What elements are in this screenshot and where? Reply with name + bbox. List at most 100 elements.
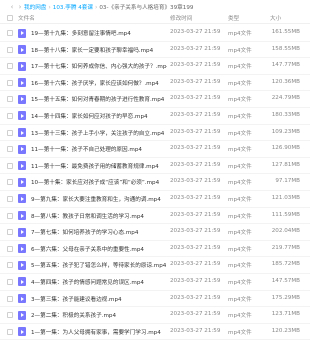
file-row[interactable]: 2—第二集：积极的关系孩子.mp4 2023-03-27 21:59 mp4文件 12… — [0, 307, 310, 324]
file-name[interactable]: 7—第七集：如何培养孩子的学习心态.mp4 — [31, 228, 167, 236]
breadcrumb-item-current: 03-《亲子关系与人格培育》39章199 — [99, 5, 194, 11]
file-modified-date: 2023-03-27 21:59 — [170, 111, 221, 118]
file-type: mp4文件 — [228, 147, 252, 154]
breadcrumb-item-parent[interactable]: 103.李腾 4套课 — [53, 3, 93, 11]
file-row[interactable]: 5—第五集：孩子犯了错怎么样，等待家长的原谅.mp4 2023-03-27 21:… — [0, 257, 310, 274]
row-checkbox[interactable] — [7, 146, 13, 153]
file-type: mp4文件 — [228, 296, 252, 303]
row-checkbox[interactable] — [7, 245, 13, 252]
video-file-icon — [18, 144, 26, 154]
row-checkbox[interactable] — [7, 195, 13, 202]
file-row[interactable]: 4—第四集：孩子的情感问题常见的误区.mp4 2023-03-27 21:59 mp… — [0, 274, 310, 291]
file-type: mp4文件 — [228, 279, 252, 286]
column-header-date[interactable]: 修改时间 — [170, 14, 192, 22]
file-row[interactable]: 8—第八集：教孩子日常和调生活的学习.mp4 2023-03-27 21:59 mp… — [0, 208, 310, 225]
file-name[interactable]: 17—第十七集：如何养成你信、内心强大的孩子？.mp4 — [31, 62, 167, 70]
column-header-size[interactable]: 大小 — [270, 14, 281, 22]
row-checkbox[interactable] — [7, 63, 13, 70]
video-file-icon — [18, 194, 26, 204]
file-name[interactable]: 10—第十集：家长应对孩子成“应该”和“必须”.mp4 — [31, 178, 167, 186]
file-row[interactable]: 9—第九集：家长大要注重教育和生，沟通的调.mp4 2023-03-27 21:5… — [0, 191, 310, 208]
file-name[interactable]: 9—第九集：家长大要注重教育和生，沟通的调.mp4 — [31, 195, 167, 203]
column-header-type[interactable]: 类型 — [228, 14, 239, 22]
file-type: mp4文件 — [228, 213, 252, 220]
forward-arrow-icon[interactable]: › — [16, 3, 24, 11]
row-checkbox[interactable] — [7, 30, 13, 36]
column-header-name[interactable]: 文件名 — [18, 14, 35, 22]
row-checkbox[interactable] — [7, 96, 13, 103]
file-type: mp4文件 — [228, 163, 252, 170]
file-size: 147.77MB — [271, 62, 300, 69]
file-size: 180.33MB — [271, 111, 300, 118]
video-file-icon — [18, 61, 26, 71]
file-row[interactable]: 19—第十九集：多刻意留注事情吧.mp4 2023-03-27 21:59 mp4文… — [0, 25, 310, 42]
file-row[interactable]: 7—第七集：如何培养孩子的学习心态.mp4 2023-03-27 21:59 mp4… — [0, 224, 310, 241]
row-checkbox[interactable] — [7, 295, 13, 302]
file-row[interactable]: 18—第十八集：家长一定要和孩子聊幸福吗.mp4 2023-03-27 21:59… — [0, 42, 310, 59]
row-checkbox[interactable] — [7, 229, 13, 236]
video-file-icon — [18, 227, 26, 237]
file-row[interactable]: 14—第十四集：家长如何应对孩子的早恋.mp4 2023-03-27 21:59 m… — [0, 108, 310, 125]
file-list: 19—第十九集：多刻意留注事情吧.mp4 2023-03-27 21:59 mp4文… — [0, 25, 310, 341]
file-row[interactable]: 17—第十七集：如何养成你信、内心强大的孩子？.mp4 2023-03-27 21… — [0, 58, 310, 75]
video-file-icon — [18, 294, 26, 303]
video-file-icon — [18, 310, 26, 320]
file-row[interactable]: 15—第十五集：如何对青春期的孩子进行性教育.mp4 2023-03-27 21:… — [0, 91, 310, 108]
video-file-icon — [18, 128, 26, 138]
row-checkbox[interactable] — [7, 46, 13, 53]
select-all-checkbox[interactable] — [7, 15, 13, 21]
row-checkbox[interactable] — [7, 129, 13, 136]
file-name[interactable]: 14—第十四集：家长如何应对孩子的早恋.mp4 — [31, 112, 167, 120]
row-checkbox[interactable] — [7, 312, 13, 319]
file-name[interactable]: 2—第二集：积极的关系孩子.mp4 — [31, 311, 167, 319]
file-name[interactable]: 11—第十一集：孩子不自己处理的原因.mp4 — [31, 145, 167, 153]
file-row[interactable]: 13—第十三集：孩子上手小学，关注孩子的自立.mp4 2023-03-27 21:… — [0, 125, 310, 142]
video-file-icon — [18, 94, 26, 104]
file-row[interactable]: 11—第十一集：孩子不自己处理的原因.mp4 2023-03-27 21:59 mp… — [0, 141, 310, 158]
row-checkbox[interactable] — [7, 112, 13, 119]
row-checkbox[interactable] — [7, 328, 13, 335]
row-checkbox[interactable] — [7, 212, 13, 219]
file-name[interactable]: 5—第五集：孩子犯了错怎么样，等待家长的原谅.mp4 — [31, 261, 167, 269]
file-name[interactable]: 4—第四集：孩子的情感问题常见的误区.mp4 — [31, 278, 167, 286]
row-checkbox[interactable] — [7, 262, 13, 269]
breadcrumb: ‹ › 我的网盘 › 103.李腾 4套课 › 03-《亲子关系与人格培育》39… — [8, 2, 306, 12]
file-type: mp4文件 — [228, 329, 252, 336]
file-size: 202.04MB — [271, 228, 300, 235]
video-file-icon — [18, 111, 26, 121]
file-row[interactable]: 11—第十一集：最免费孩子用的储蓄教育规律.mp4 2023-03-27 21:5… — [0, 158, 310, 175]
file-modified-date: 2023-03-27 21:59 — [170, 211, 221, 218]
file-row[interactable]: 16—第十六集：孩子厌学，家长应该如何做？.mp4 2023-03-27 21:5… — [0, 75, 310, 92]
file-modified-date: 2023-03-27 21:59 — [170, 62, 221, 69]
file-name[interactable]: 16—第十六集：孩子厌学，家长应该如何做？.mp4 — [31, 79, 167, 87]
file-size: 224.79MB — [271, 95, 300, 102]
video-file-icon — [18, 277, 26, 287]
video-file-icon — [18, 78, 26, 88]
file-name[interactable]: 3—第三集：孩子能建议看边视.mp4 — [31, 295, 167, 303]
file-size: 147.57MB — [271, 277, 300, 284]
file-type: mp4文件 — [228, 246, 252, 253]
file-name[interactable]: 18—第十八集：家长一定要和孩子聊幸福吗.mp4 — [31, 46, 167, 54]
file-name[interactable]: 19—第十九集：多刻意留注事情吧.mp4 — [31, 29, 167, 37]
file-row[interactable]: 1—第一集：为人父母拥有家事，需要学门学习.mp4 2023-03-27 21:5… — [0, 324, 310, 341]
row-checkbox[interactable] — [7, 79, 13, 86]
file-name[interactable]: 8—第八集：教孩子日常和调生活的学习.mp4 — [31, 212, 167, 220]
row-checkbox[interactable] — [7, 179, 13, 186]
file-name[interactable]: 11—第十一集：最免费孩子用的储蓄教育规律.mp4 — [31, 162, 167, 170]
file-name[interactable]: 13—第十三集：孩子上手小学，关注孩子的自立.mp4 — [31, 129, 167, 137]
back-arrow-icon[interactable]: ‹ — [8, 3, 16, 11]
file-modified-date: 2023-03-27 21:59 — [170, 95, 221, 102]
file-row[interactable]: 6—第六集：父母在亲子关系中的重要性.mp4 2023-03-27 21:59 mp… — [0, 241, 310, 258]
file-type: mp4文件 — [228, 97, 252, 104]
file-row[interactable]: 3—第三集：孩子能建议看边视.mp4 2023-03-27 21:59 mp4文件 1… — [0, 291, 310, 308]
video-file-icon — [18, 45, 26, 55]
breadcrumb-item-root[interactable]: 我的网盘 — [24, 3, 46, 11]
row-checkbox[interactable] — [7, 278, 13, 285]
row-checkbox[interactable] — [7, 162, 13, 169]
file-row[interactable]: 10—第十集：家长应对孩子成“应该”和“必须”.mp4 2023-03-27 21… — [0, 174, 310, 191]
file-name[interactable]: 1—第一集：为人父母拥有家事，需要学门学习.mp4 — [31, 328, 167, 336]
file-size: 127.81MB — [271, 161, 300, 168]
file-name[interactable]: 15—第十五集：如何对青春期的孩子进行性教育.mp4 — [31, 95, 167, 103]
breadcrumb-separator-icon: › — [48, 3, 51, 11]
file-name[interactable]: 6—第六集：父母在亲子关系中的重要性.mp4 — [31, 245, 167, 253]
